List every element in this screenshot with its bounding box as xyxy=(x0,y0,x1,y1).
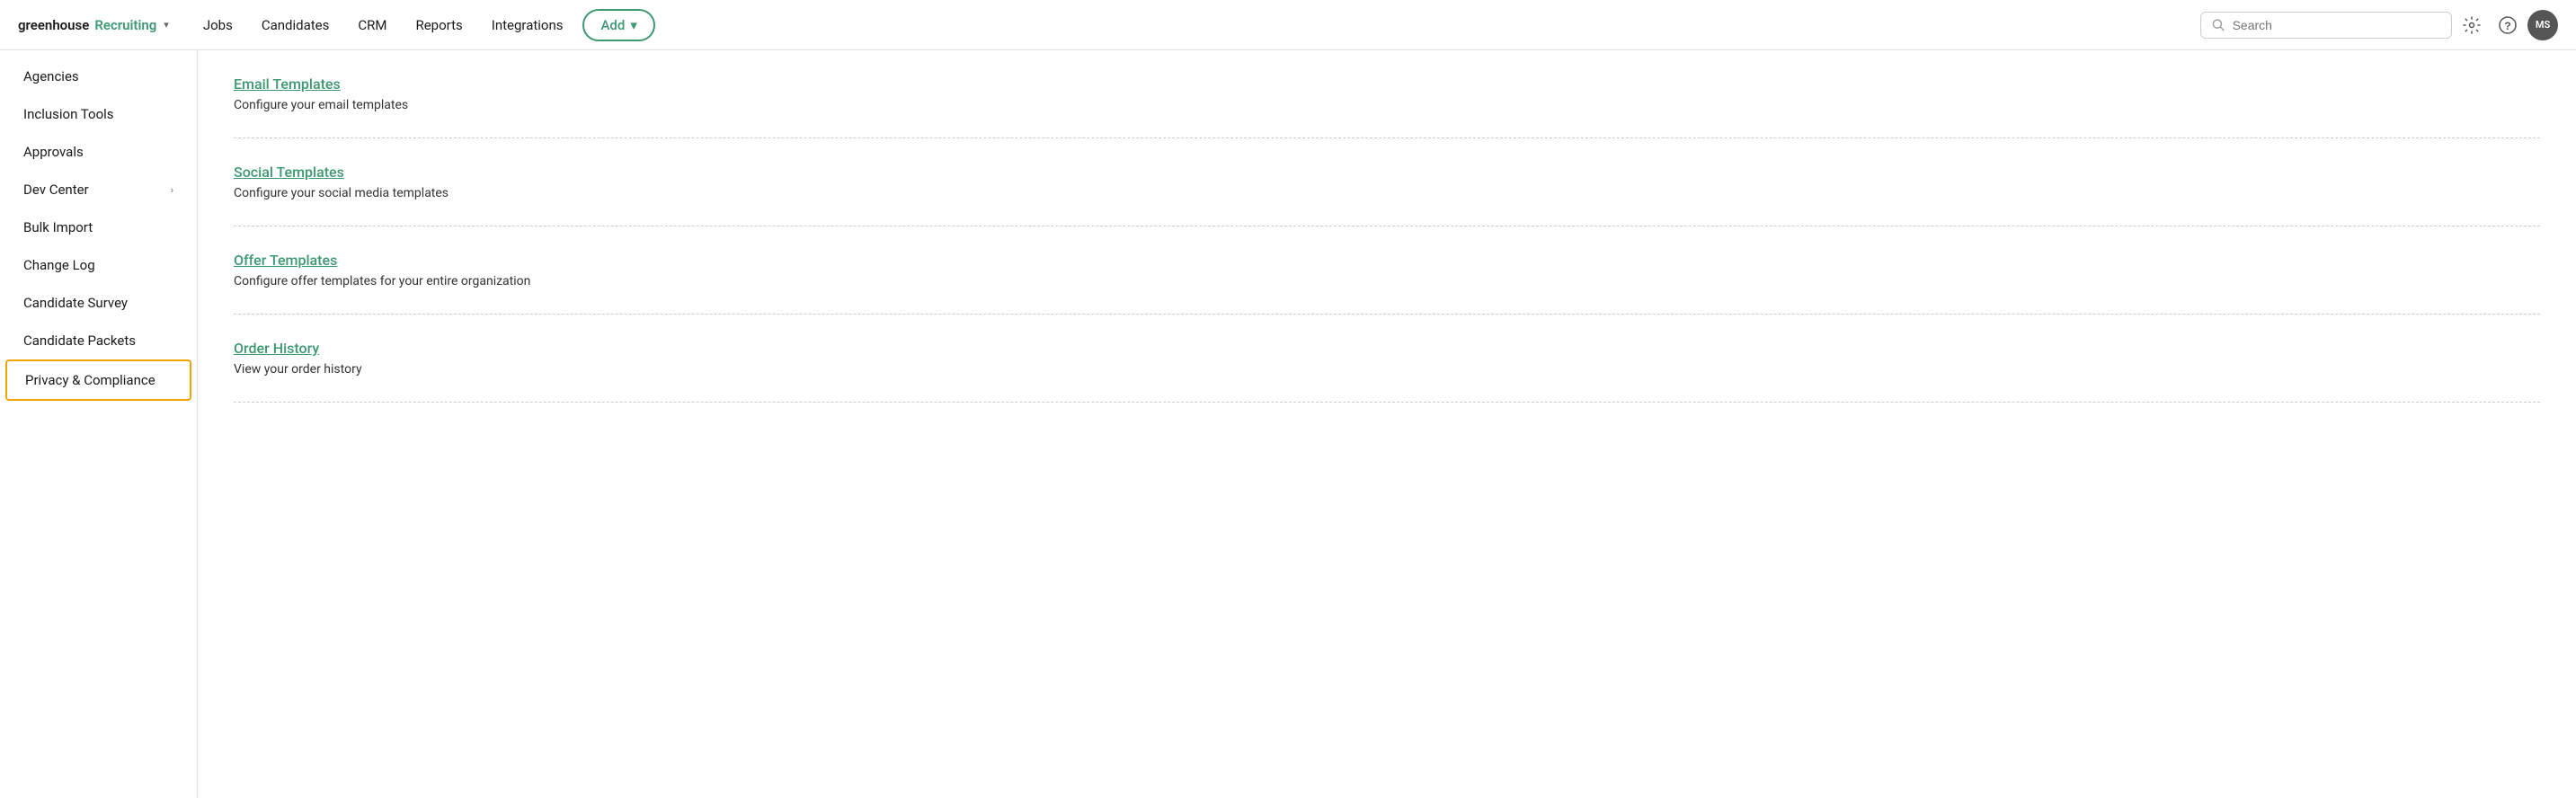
social-templates-desc: Configure your social media templates xyxy=(234,186,2540,200)
help-icon: ? xyxy=(2499,16,2517,34)
content-list: Email Templates Configure your email tem… xyxy=(198,50,2576,403)
email-templates-row: Email Templates Configure your email tem… xyxy=(234,50,2540,138)
email-templates-link[interactable]: Email Templates xyxy=(234,75,341,93)
order-history-desc: View your order history xyxy=(234,362,2540,377)
offer-templates-desc: Configure offer templates for your entir… xyxy=(234,274,2540,288)
nav-jobs[interactable]: Jobs xyxy=(191,10,245,40)
chevron-right-icon: › xyxy=(171,184,173,196)
sidebar-item-candidate-survey[interactable]: Candidate Survey xyxy=(5,284,191,322)
sidebar-item-candidate-packets[interactable]: Candidate Packets xyxy=(5,322,191,359)
search-icon xyxy=(2212,18,2225,32)
nav-crm[interactable]: CRM xyxy=(345,10,399,40)
search-input[interactable] xyxy=(2233,18,2440,32)
sidebar: Agencies Inclusion Tools Approvals Dev C… xyxy=(0,50,198,798)
logo-recruiting: Recruiting xyxy=(94,17,156,33)
nav-integrations[interactable]: Integrations xyxy=(479,10,576,40)
offer-templates-link[interactable]: Offer Templates xyxy=(234,252,337,269)
add-label: Add xyxy=(600,17,625,33)
sidebar-label-bulk-import: Bulk Import xyxy=(23,219,93,235)
gear-icon xyxy=(2463,16,2481,34)
sidebar-label-dev-center: Dev Center xyxy=(23,182,89,198)
logo-greenhouse: greenhouse xyxy=(18,17,89,33)
logo[interactable]: greenhouse Recruiting ▾ xyxy=(18,17,169,33)
sidebar-item-inclusion-tools[interactable]: Inclusion Tools xyxy=(5,95,191,133)
main-content: Email Templates Configure your email tem… xyxy=(198,50,2576,798)
search-box[interactable] xyxy=(2200,12,2452,39)
sidebar-item-dev-center[interactable]: Dev Center › xyxy=(5,171,191,208)
sidebar-item-approvals[interactable]: Approvals xyxy=(5,133,191,171)
avatar[interactable]: MS xyxy=(2527,10,2558,40)
logo-chevron-icon: ▾ xyxy=(164,19,169,31)
sidebar-label-approvals: Approvals xyxy=(23,144,84,160)
help-button[interactable]: ? xyxy=(2492,9,2524,41)
offer-templates-row: Offer Templates Configure offer template… xyxy=(234,226,2540,315)
main-layout: Agencies Inclusion Tools Approvals Dev C… xyxy=(0,50,2576,798)
top-nav: greenhouse Recruiting ▾ Jobs Candidates … xyxy=(0,0,2576,50)
add-button[interactable]: Add ▾ xyxy=(582,9,654,41)
order-history-link[interactable]: Order History xyxy=(234,340,319,357)
social-templates-link[interactable]: Social Templates xyxy=(234,164,344,181)
sidebar-item-change-log[interactable]: Change Log xyxy=(5,246,191,284)
sidebar-item-bulk-import[interactable]: Bulk Import xyxy=(5,208,191,246)
sidebar-item-agencies[interactable]: Agencies xyxy=(5,58,191,95)
svg-text:?: ? xyxy=(2504,20,2510,32)
order-history-row: Order History View your order history xyxy=(234,315,2540,403)
nav-reports[interactable]: Reports xyxy=(403,10,475,40)
sidebar-item-privacy-compliance[interactable]: Privacy & Compliance xyxy=(5,359,191,401)
sidebar-label-change-log: Change Log xyxy=(23,257,95,273)
sidebar-label-privacy-compliance: Privacy & Compliance xyxy=(25,372,155,388)
social-templates-row: Social Templates Configure your social m… xyxy=(234,138,2540,226)
add-chevron-icon: ▾ xyxy=(630,17,637,33)
sidebar-label-candidate-packets: Candidate Packets xyxy=(23,332,136,349)
nav-candidates[interactable]: Candidates xyxy=(249,10,342,40)
avatar-label: MS xyxy=(2536,19,2550,31)
sidebar-label-agencies: Agencies xyxy=(23,68,79,84)
email-templates-desc: Configure your email templates xyxy=(234,98,2540,112)
sidebar-label-inclusion-tools: Inclusion Tools xyxy=(23,106,114,122)
settings-button[interactable] xyxy=(2456,9,2488,41)
sidebar-label-candidate-survey: Candidate Survey xyxy=(23,295,128,311)
